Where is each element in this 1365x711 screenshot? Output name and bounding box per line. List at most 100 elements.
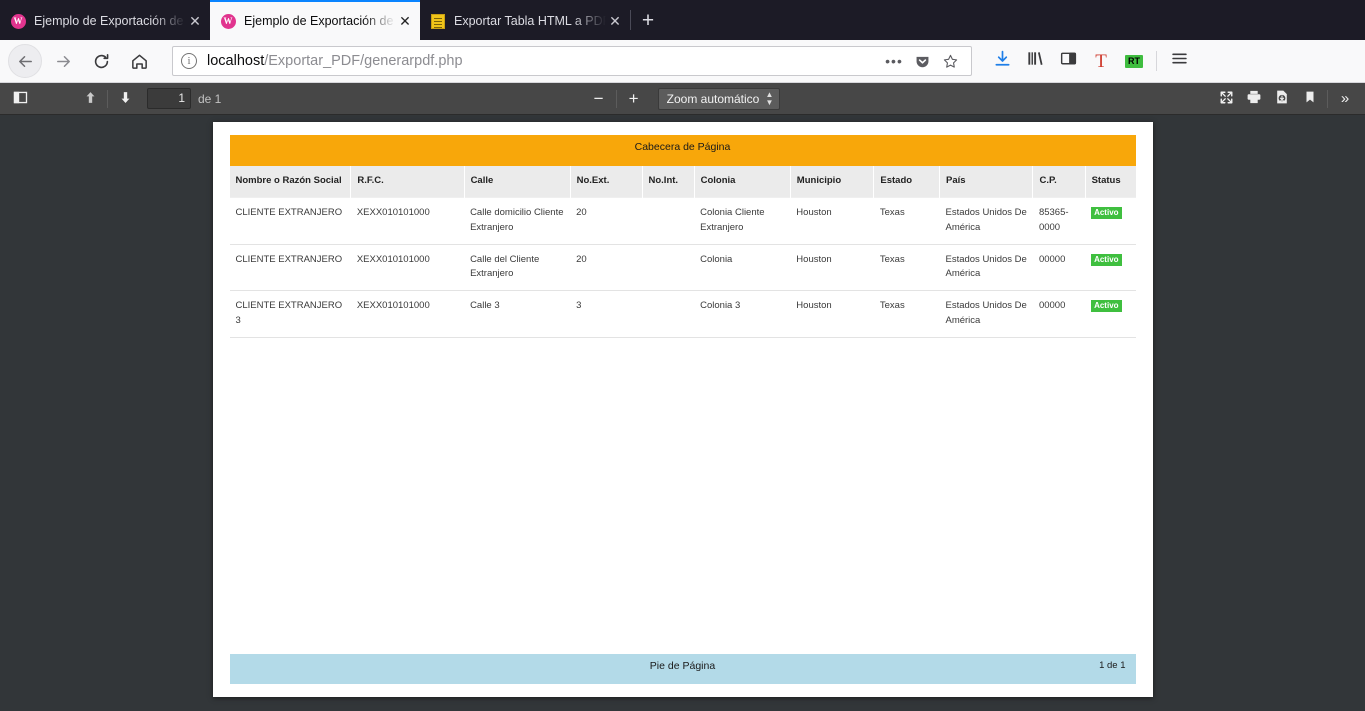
expand-arrows-icon [1219, 90, 1234, 108]
document-icon [430, 13, 446, 29]
pdf-next-page-button[interactable] [111, 87, 139, 111]
forward-button[interactable] [46, 44, 80, 78]
browser-navigation-bar: i localhost/Exportar_PDF/generarpdf.php … [0, 40, 1365, 83]
browser-tab-3[interactable]: Exportar Tabla HTML a PDF Documento ✕ [420, 2, 630, 40]
browser-tab-1[interactable]: W Ejemplo de Exportación de HTML a PDF ✕ [0, 2, 210, 40]
cell-calle: Calle 3 [464, 290, 571, 338]
hamburger-menu-icon [1170, 49, 1189, 73]
pdf-presentation-mode-button[interactable] [1212, 87, 1240, 111]
browser-tab-2[interactable]: W Ejemplo de Exportación de HTML a PDF ✕ [210, 0, 420, 40]
browser-tab-strip: W Ejemplo de Exportación de HTML a PDF ✕… [0, 0, 1365, 40]
cell-pais: Estados Unidos De América [939, 290, 1033, 338]
download-document-icon [1274, 89, 1290, 108]
page-actions-icon[interactable]: ••• [881, 48, 907, 74]
pdf-viewer-canvas: Cabecera de Página Nombre o Razón Social… [0, 115, 1365, 711]
column-header-rfc: R.F.C. [350, 166, 465, 198]
cell-colonia: Colonia 3 [694, 290, 791, 338]
url-path: /Exportar_PDF/generarpdf.php [264, 53, 463, 69]
arrow-down-icon [118, 90, 133, 108]
table-body: CLIENTE EXTRANJERO XEXX010101000 Calle d… [229, 197, 1136, 338]
reload-button[interactable] [84, 44, 118, 78]
bookmark-star-icon[interactable] [937, 48, 963, 74]
cell-municipio: Houston [790, 290, 874, 338]
cell-colonia: Colonia Cliente Extranjero [694, 197, 791, 245]
back-button[interactable] [8, 44, 42, 78]
cell-rfc: XEXX010101000 [350, 244, 465, 292]
document-body: Nombre o Razón Social R.F.C. Calle No.Ex… [213, 166, 1153, 654]
url-bar[interactable]: i localhost/Exportar_PDF/generarpdf.php … [172, 46, 972, 76]
pdf-zoom-value: Zoom automático [666, 91, 760, 106]
cell-noext: 20 [570, 197, 642, 245]
cell-estado: Texas [873, 244, 940, 292]
cell-noint [642, 197, 695, 245]
status-badge: Activo [1091, 300, 1122, 313]
column-header-estado: Estado [873, 166, 940, 198]
cell-rfc: XEXX010101000 [350, 290, 465, 338]
pdf-bookmark-button[interactable] [1296, 87, 1324, 111]
browser-tab-2-title: Ejemplo de Exportación de HTML a PDF [244, 14, 396, 28]
pdf-sidebar-toggle-button[interactable] [6, 87, 34, 111]
app-menu-button[interactable] [1163, 45, 1195, 77]
pdf-zoom-in-button[interactable]: + [620, 87, 648, 111]
rt-extension-button[interactable]: RT [1118, 45, 1150, 77]
pdf-previous-page-button[interactable] [76, 87, 104, 111]
column-header-status: Status [1085, 166, 1136, 198]
pdf-page-1: Cabecera de Página Nombre o Razón Social… [212, 122, 1153, 697]
pdf-zoom-select[interactable]: Zoom automático ▲ ▼ [657, 87, 781, 110]
close-icon[interactable]: ✕ [396, 12, 414, 30]
library-books-icon [1026, 49, 1045, 73]
cell-nombre: CLIENTE EXTRANJERO [229, 244, 351, 292]
column-header-colonia: Colonia [694, 166, 791, 198]
cell-cp: 00000 [1032, 290, 1086, 338]
column-header-noext: No.Ext. [570, 166, 643, 198]
pdf-download-button[interactable] [1268, 87, 1296, 111]
close-icon[interactable]: ✕ [186, 12, 204, 30]
sidebar-toggle-button[interactable] [1052, 45, 1084, 77]
wordpress-circle-icon: W [10, 13, 26, 29]
pdf-zoom-separator [615, 89, 617, 108]
home-button[interactable] [122, 44, 156, 78]
home-icon [130, 52, 149, 71]
browser-tab-1-title: Ejemplo de Exportación de HTML a PDF [34, 14, 186, 28]
url-input[interactable]: localhost/Exportar_PDF/generarpdf.php [207, 53, 881, 69]
pdf-more-tools-button[interactable]: » [1331, 87, 1359, 111]
downloads-button[interactable] [986, 45, 1018, 77]
cell-nombre: CLIENTE EXTRANJERO 3 [229, 290, 351, 338]
column-header-noint: No.Int. [642, 166, 695, 198]
column-header-calle: Calle [464, 166, 571, 198]
reload-icon [92, 52, 111, 71]
cell-municipio: Houston [790, 244, 874, 292]
cell-estado: Texas [873, 290, 940, 338]
status-badge: Activo [1091, 207, 1122, 220]
close-icon[interactable]: ✕ [606, 12, 624, 30]
cell-colonia: Colonia [694, 244, 791, 292]
table-row: CLIENTE EXTRANJERO XEXX010101000 Calle d… [229, 244, 1136, 292]
cell-calle: Calle domicilio Cliente Extranjero [464, 197, 571, 245]
table-row: CLIENTE EXTRANJERO 3 XEXX010101000 Calle… [229, 290, 1136, 338]
cell-status: Activo [1085, 244, 1136, 292]
cell-noint [642, 290, 695, 338]
cell-nombre: CLIENTE EXTRANJERO [229, 197, 351, 245]
pdf-viewer-toolbar: 1 de 1 − + Zoom automático ▲ ▼ » [0, 83, 1365, 115]
url-host: localhost [207, 53, 265, 69]
tumblr-button[interactable]: T [1085, 45, 1117, 77]
document-footer-banner: Pie de Página 1 de 1 [229, 654, 1136, 684]
browser-tab-3-title: Exportar Tabla HTML a PDF Documento [454, 14, 606, 28]
table-header: Nombre o Razón Social R.F.C. Calle No.Ex… [229, 166, 1136, 198]
clients-table: Nombre o Razón Social R.F.C. Calle No.Ex… [229, 166, 1136, 338]
cell-noext: 3 [570, 290, 642, 338]
toolbar-separator [1156, 51, 1157, 71]
pdf-page-number-input[interactable]: 1 [147, 88, 191, 109]
printer-icon [1246, 89, 1262, 108]
column-header-nombre: Nombre o Razón Social [229, 166, 352, 198]
pdf-print-button[interactable] [1240, 87, 1268, 111]
pdf-toolbar-separator [107, 89, 108, 108]
cell-status: Activo [1085, 290, 1136, 338]
site-info-icon[interactable]: i [181, 53, 197, 69]
new-tab-button[interactable]: + [631, 4, 665, 38]
pdf-zoom-out-button[interactable]: − [585, 87, 613, 111]
cell-noint [642, 244, 695, 292]
pocket-icon[interactable] [909, 48, 935, 74]
library-button[interactable] [1019, 45, 1051, 77]
cell-estado: Texas [873, 197, 940, 245]
